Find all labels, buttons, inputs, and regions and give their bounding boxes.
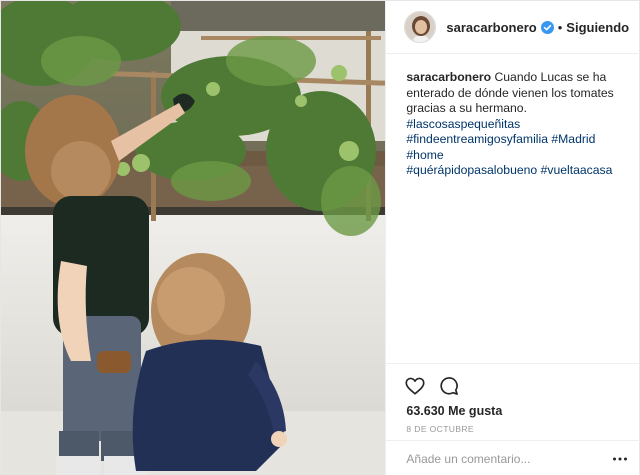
more-options-icon[interactable]	[612, 451, 628, 467]
username-link[interactable]: saracarbonero	[446, 20, 536, 35]
hashtag-link[interactable]: #quérápidopasalobueno	[406, 163, 537, 177]
caption-username[interactable]: saracarbonero	[406, 70, 491, 84]
comment-bar	[386, 440, 640, 475]
hashtag-link[interactable]: #vueltaacasa	[541, 163, 613, 177]
separator-dot: •	[557, 19, 563, 35]
comment-bubble-icon[interactable]	[438, 375, 460, 397]
hashtag-link[interactable]: #Madrid	[551, 132, 595, 146]
avatar-image	[405, 12, 436, 42]
following-button[interactable]: Siguiendo	[566, 20, 629, 35]
post-photo[interactable]	[1, 1, 386, 475]
hashtag-link[interactable]: #findeentreamigosyfamilia	[406, 132, 548, 146]
photo-illustration	[1, 1, 386, 475]
post-caption: saracarbonero Cuando Lucas se ha enterad…	[406, 70, 628, 179]
instagram-post: saracarbonero • Siguiendo saracarbonero …	[0, 0, 640, 475]
comment-input[interactable]	[406, 451, 607, 466]
avatar[interactable]	[404, 11, 437, 43]
verified-badge-icon	[540, 20, 554, 34]
post-date[interactable]: 8 DE OCTUBRE	[406, 424, 474, 434]
post-sidebar: saracarbonero • Siguiendo saracarbonero …	[385, 1, 640, 475]
hashtag-link[interactable]: #home	[406, 148, 443, 162]
hashtag-link[interactable]: #lascosaspequeñitas	[406, 117, 520, 131]
post-header: saracarbonero • Siguiendo	[386, 1, 640, 54]
action-buttons	[404, 375, 460, 397]
heart-icon[interactable]	[404, 375, 426, 397]
likes-count[interactable]: 63.630 Me gusta	[406, 404, 502, 418]
